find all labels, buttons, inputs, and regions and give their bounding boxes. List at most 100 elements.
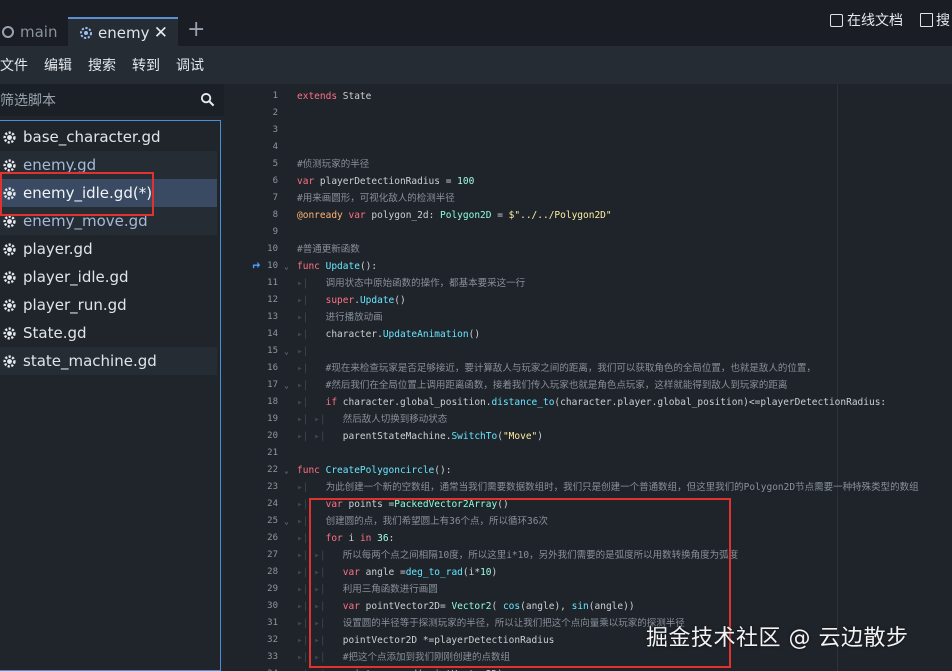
line-number: 4: [272, 142, 278, 152]
line-number: 11: [267, 278, 278, 288]
script-file-item[interactable]: player_run.gd: [0, 291, 217, 319]
code-token: polygon_2d:: [371, 210, 441, 221]
fold-arrow-icon[interactable]: ⌄: [284, 377, 294, 394]
code-line[interactable]: 4: [224, 139, 952, 156]
code-line[interactable]: 7 #用来画圆形，可视化敌人的检测半径: [224, 190, 952, 207]
code-line[interactable]: 19 ▸| ▸| 然后敌人切换到移动状态: [224, 411, 952, 428]
code-line[interactable]: 16 ▸| #现在来检查玩家是否足够接近，要计算敌人与玩家之间的距离，我们可以获取…: [224, 360, 952, 377]
code-token: (): [394, 295, 406, 306]
line-number: 8: [272, 210, 278, 220]
code-line[interactable]: 21: [224, 445, 952, 462]
code-token: "Move": [502, 431, 538, 442]
search-icon: [200, 92, 215, 107]
code-text: ▸| if character.global_position.distance…: [297, 394, 886, 411]
line-number: 30: [267, 601, 278, 611]
script-file-item[interactable]: state_machine.gd: [0, 347, 217, 375]
search-help-label: 搜: [936, 13, 950, 29]
close-icon[interactable]: ✕: [154, 25, 168, 42]
code-token: #侦测玩家的半径: [297, 159, 370, 170]
gear-icon: [3, 326, 16, 340]
line-number: 27: [267, 550, 278, 560]
code-token: func: [297, 465, 326, 476]
code-line[interactable]: 5 #侦测玩家的半径: [224, 156, 952, 173]
code-token: #然后我们在全局位置上调用距离函数，接着我们传入玩家也就是角色点玩家，这样就能得…: [325, 380, 788, 391]
line-number: 22: [267, 465, 278, 475]
tab-enemy[interactable]: enemy ✕: [68, 17, 178, 46]
code-token: ): [537, 431, 543, 442]
code-line[interactable]: 8 @onready var polygon_2d: Polygon2D = $"…: [224, 207, 952, 224]
fold-arrow-icon[interactable]: ⌄: [284, 462, 294, 479]
line-number: 32: [267, 635, 278, 645]
line-number: 10: [267, 244, 278, 254]
fold-arrow-icon[interactable]: ⌄: [284, 513, 294, 530]
code-line[interactable]: 22 ⌄ func CreatePolygoncircle():: [224, 462, 952, 479]
code-line[interactable]: 3: [224, 122, 952, 139]
code-token: 进行播放动画: [314, 312, 383, 323]
code-line[interactable]: 11 ▸| 调用状态中原始函数的操作，都基本要采这一行: [224, 275, 952, 292]
line-number: 6: [272, 176, 278, 186]
script-file-item[interactable]: base_character.gd: [0, 123, 217, 151]
code-token: extends: [297, 91, 343, 102]
code-text: ▸| ▸| 然后敌人切换到移动状态: [297, 411, 447, 428]
code-text: func Update():: [297, 258, 377, 275]
code-line[interactable]: 6 var playerDetectionRadius = 100: [224, 173, 952, 190]
highlight-box-sidebar: [0, 172, 154, 216]
menu-goto[interactable]: 转到: [132, 55, 160, 75]
code-token: var: [348, 210, 372, 221]
code-token: ():: [359, 261, 378, 272]
tab-main[interactable]: main: [0, 17, 66, 46]
add-tab-icon[interactable]: +: [187, 19, 205, 41]
code-token: Update: [325, 261, 360, 272]
gear-icon: [3, 158, 16, 172]
script-file-item[interactable]: player.gd: [0, 235, 217, 263]
code-token: #现在来检查玩家是否足够接近，要计算敌人与玩家之间的距离，我们可以获取角色的全局…: [325, 363, 816, 374]
code-text: @onready var polygon_2d: Polygon2D = $".…: [297, 207, 612, 224]
code-line[interactable]: 14 ▸| character.UpdateAnimation(): [224, 326, 952, 343]
code-line[interactable]: 18 ▸| if character.global_position.distan…: [224, 394, 952, 411]
code-line[interactable]: 10 ⌄ func Update():: [224, 258, 952, 275]
line-number: 7: [272, 193, 278, 203]
code-token: ▸|: [297, 329, 326, 340]
code-line[interactable]: 12 ▸| super.Update(): [224, 292, 952, 309]
code-text: #普通更新函数: [297, 241, 360, 258]
code-token: func: [297, 261, 326, 272]
code-line[interactable]: 1 extends State: [224, 88, 952, 105]
code-text: var playerDetectionRadius = 100: [297, 173, 474, 190]
script-file-item[interactable]: State.gd: [0, 319, 217, 347]
code-line[interactable]: 20 ▸| ▸| parentStateMachine.SwitchTo("Mov…: [224, 428, 952, 445]
fold-arrow-icon[interactable]: ⌄: [284, 343, 294, 360]
circle-icon: [2, 25, 14, 38]
search-help-button[interactable]: 搜: [920, 10, 950, 30]
gear-icon: [3, 298, 16, 312]
line-number: 25: [267, 516, 278, 526]
code-token: character.global_position.: [342, 397, 492, 408]
menu-bar: 文件 编辑 搜索 转到 调试: [0, 46, 952, 84]
code-line[interactable]: 10 #普通更新函数: [224, 241, 952, 258]
gear-icon: [3, 130, 16, 144]
code-line[interactable]: 15 ⌄ ▸|: [224, 343, 952, 360]
fold-arrow-icon[interactable]: ⌄: [284, 258, 294, 275]
filter-scripts-input[interactable]: 筛选脚本: [0, 84, 224, 116]
online-docs-button[interactable]: 在线文档: [830, 10, 903, 30]
menu-debug[interactable]: 调试: [176, 55, 204, 75]
code-token: Polygon2D: [440, 210, 492, 221]
code-text: ▸| ▸| parentStateMachine.SwitchTo("Move"…: [297, 428, 543, 445]
line-number: 2: [272, 108, 278, 118]
line-number: 19: [267, 414, 278, 424]
menu-file[interactable]: 文件: [0, 55, 28, 75]
code-text: ▸| 调用状态中原始函数的操作，都基本要采这一行: [297, 275, 525, 292]
code-line[interactable]: 17 ⌄ ▸| #然后我们在全局位置上调用距离函数，接着我们传入玩家也就是角色点玩家…: [224, 377, 952, 394]
line-number: 21: [267, 448, 278, 458]
code-line[interactable]: 23 ▸| 为此创建一个新的空数组，通常当我们需要数据数组时，我们只是创建一个普通…: [224, 479, 952, 496]
code-line[interactable]: 9: [224, 224, 952, 241]
code-token: super: [325, 295, 355, 306]
code-line[interactable]: 13 ▸| 进行播放动画: [224, 309, 952, 326]
menu-search[interactable]: 搜索: [88, 55, 116, 75]
line-number: 9: [272, 227, 278, 237]
line-number: 26: [267, 533, 278, 543]
code-token: ▸|: [297, 363, 326, 374]
menu-edit[interactable]: 编辑: [44, 55, 72, 75]
code-line[interactable]: 2: [224, 105, 952, 122]
code-text: ▸| 为此创建一个新的空数组，通常当我们需要数据数组时，我们只是创建一个普通数组…: [297, 479, 919, 496]
script-file-item[interactable]: player_idle.gd: [0, 263, 217, 291]
